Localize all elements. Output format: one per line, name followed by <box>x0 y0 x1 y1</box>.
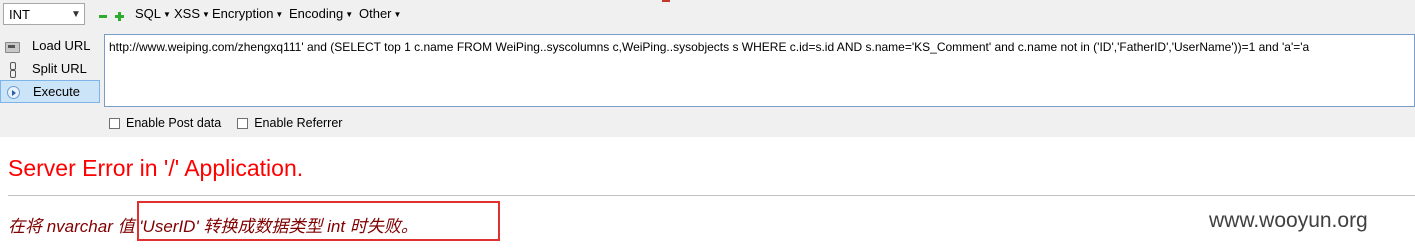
menu-encoding-label: Encoding <box>289 6 344 21</box>
load-url-label: Load URL <box>32 38 91 53</box>
menu-xss[interactable]: XSS ▼ <box>174 6 210 21</box>
enable-referrer-checkbox[interactable]: Enable Referrer <box>237 116 342 130</box>
highlight-box <box>137 201 500 241</box>
caret-down-icon: ▼ <box>275 10 284 19</box>
enable-post-data-label: Enable Post data <box>126 116 222 130</box>
checkbox-icon[interactable] <box>109 117 120 129</box>
menu-sql[interactable]: SQL ▼ <box>135 6 171 21</box>
menu-encryption[interactable]: Encryption ▼ <box>212 6 283 21</box>
type-select[interactable]: INT ▼ <box>3 3 85 25</box>
url-value: http://www.weiping.com/zhengxq111' and (… <box>109 40 1310 54</box>
execute-button[interactable]: Execute <box>0 80 100 103</box>
split-url-button[interactable]: Split URL <box>0 57 100 80</box>
enable-post-data-checkbox[interactable]: Enable Post data <box>109 116 221 130</box>
menu-xss-label: XSS <box>174 6 201 21</box>
split-icon <box>4 61 20 78</box>
execute-label: Execute <box>33 84 80 99</box>
caret-down-icon: ▼ <box>202 10 210 19</box>
hackbar-toolbar: INT ▼ SQL ▼ XSS ▼ Encryption ▼ Encoding ▼ Ot… <box>0 0 1415 137</box>
url-textarea[interactable]: http://www.weiping.com/zhengxq111' and (… <box>104 34 1415 107</box>
caret-down-icon: ▼ <box>163 10 171 19</box>
caret-down-icon: ▼ <box>393 10 402 19</box>
caret-down-icon: ▼ <box>345 10 354 19</box>
enable-referrer-label: Enable Referrer <box>254 116 343 130</box>
menu-sql-label: SQL <box>135 6 162 21</box>
play-icon <box>5 84 21 100</box>
tab-accent <box>662 0 670 2</box>
load-icon <box>4 38 20 54</box>
split-url-label: Split URL <box>32 61 87 76</box>
watermark: www.wooyun.org <box>1209 209 1368 232</box>
minus-icon[interactable] <box>99 12 107 20</box>
menu-other[interactable]: Other ▼ <box>359 6 401 21</box>
options-row: Enable Post data Enable Referrer <box>109 116 358 130</box>
menu-encryption-label: Encryption <box>212 6 274 21</box>
error-title: Server Error in '/' Application. <box>8 155 304 181</box>
type-select-value: INT <box>9 6 30 22</box>
checkbox-icon[interactable] <box>237 117 249 129</box>
menu-other-label: Other <box>359 6 392 21</box>
divider <box>8 195 1415 196</box>
chevron-down-icon[interactable]: ▼ <box>68 4 84 24</box>
menu-encoding[interactable]: Encoding ▼ <box>289 6 353 21</box>
side-buttons: Load URL Split URL Execute <box>0 34 100 103</box>
load-url-button[interactable]: Load URL <box>0 34 100 57</box>
plus-icon[interactable] <box>115 12 124 21</box>
